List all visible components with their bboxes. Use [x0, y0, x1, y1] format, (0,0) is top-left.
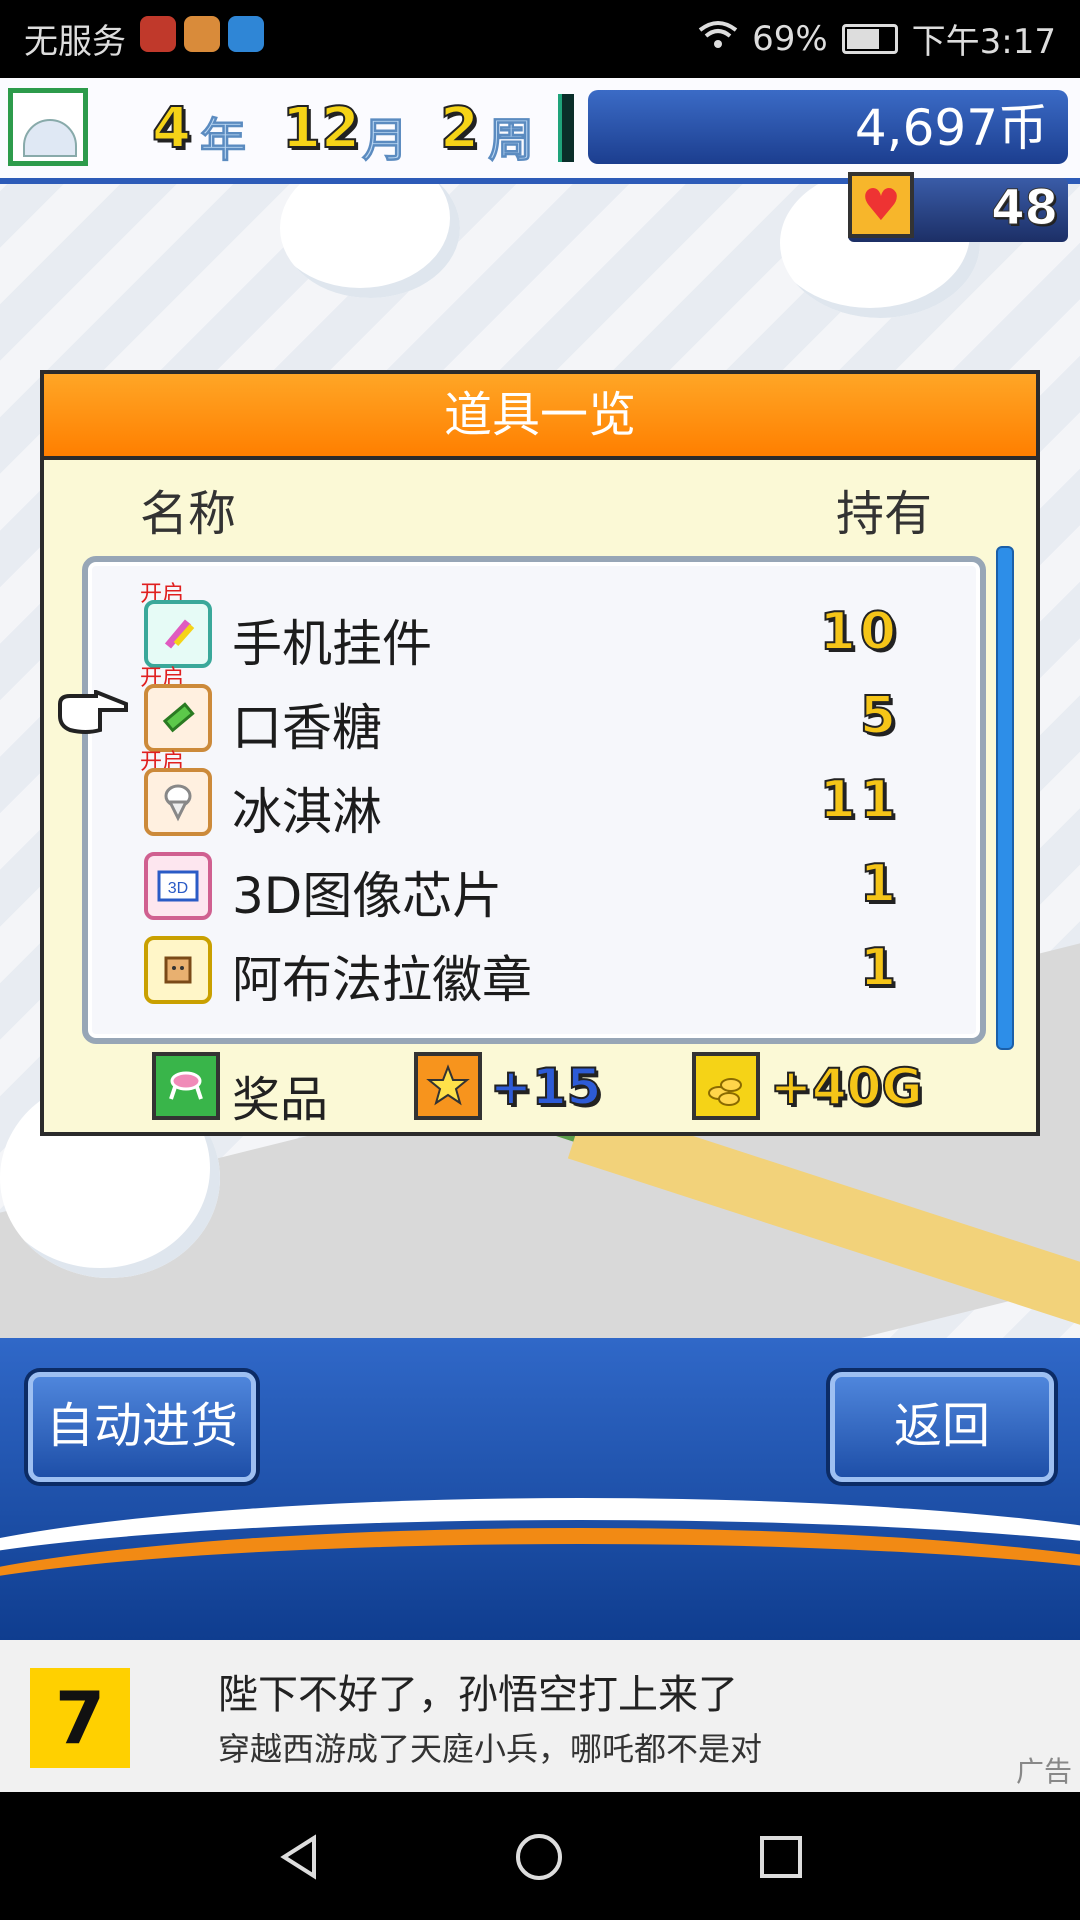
igloo-icon[interactable]: [8, 88, 88, 166]
list-item[interactable]: 开启 冰淇淋 11: [88, 750, 980, 842]
item-name: 阿布法拉徽章: [232, 951, 532, 1009]
item-name: 手机挂件: [232, 615, 432, 673]
bottom-panel: 自动进货 返回: [0, 1338, 1080, 1640]
ice-cream-icon: [144, 768, 212, 836]
column-header-owned: 持有: [836, 486, 933, 542]
battery-icon: [841, 23, 898, 54]
pointing-hand-icon: [56, 689, 130, 736]
system-nav-bar: [0, 1792, 1080, 1920]
ad-subline: 穿越西游成了天庭小兵，哪吒都不是对: [218, 1730, 763, 1768]
dialog-title: 道具一览: [44, 374, 1036, 460]
item-qty: 10: [819, 601, 900, 663]
browser-app-icon: [228, 16, 264, 52]
list-item[interactable]: 开启 手机挂件 10: [88, 582, 980, 674]
item-name: 3D图像芯片: [232, 867, 503, 925]
year-number: 4: [151, 95, 192, 162]
month-unit: 月: [362, 113, 409, 168]
month-number: 12: [281, 95, 361, 162]
heart-value: 48: [991, 180, 1059, 237]
svg-text:3D: 3D: [168, 880, 188, 897]
app-notification-icon: [140, 16, 176, 52]
column-header-name: 名称: [140, 486, 237, 542]
back-button[interactable]: 返回: [830, 1372, 1054, 1482]
clock: 下午3:17: [911, 22, 1056, 62]
prize-bar: 奖品 +15 +40G: [44, 1052, 1036, 1136]
ad-tag: 广告: [1015, 1755, 1072, 1788]
prize-icon: [152, 1052, 220, 1120]
list-item[interactable]: 开启 口香糖 5: [88, 666, 980, 758]
item-qty: 1: [859, 937, 900, 999]
home-nav-icon[interactable]: [514, 1832, 564, 1882]
money-display: 4,697币: [588, 90, 1068, 164]
heart-counter: ♥ 48: [848, 172, 1068, 242]
battery-percent: 69%: [752, 18, 828, 59]
status-right: 69% 下午3:17: [698, 14, 1056, 63]
recents-nav-icon[interactable]: [756, 1832, 806, 1882]
phone-charm-icon: [144, 600, 212, 668]
item-list-dialog: 道具一览 名称 持有 开启 手机挂件 10 开启 口香糖 5 开启 冰淇淋 11: [40, 370, 1040, 1136]
item-qty: 5: [859, 685, 900, 747]
ad-banner[interactable]: 7 陛下不好了，孙悟空打上来了 穿越西游成了天庭小兵，哪吒都不是对 广告: [0, 1640, 1080, 1792]
badge-icon: [144, 936, 212, 1004]
decor-swoosh: [0, 1528, 1080, 1640]
top-hud: 4 年 12 月 2 周 4,697币: [0, 78, 1080, 184]
list-item[interactable]: 3D 3D图像芯片 1: [88, 842, 980, 926]
gold-coins-icon: [692, 1052, 760, 1120]
3d-chip-icon: 3D: [144, 852, 212, 920]
item-qty: 11: [819, 769, 900, 831]
heart-icon: ♥: [848, 172, 914, 238]
item-name: 冰淇淋: [232, 783, 382, 841]
auto-stock-button[interactable]: 自动进货: [28, 1372, 256, 1482]
wifi-icon: [698, 19, 738, 59]
list-scrollbar[interactable]: [996, 546, 1014, 1050]
star-icon: [414, 1052, 482, 1120]
notification-icons: [140, 16, 264, 52]
year-unit: 年: [200, 113, 247, 168]
item-name: 口香糖: [232, 699, 382, 757]
prize-label: 奖品: [232, 1072, 329, 1128]
ad-headline: 陛下不好了，孙悟空打上来了: [218, 1672, 738, 1718]
item-qty: 1: [859, 853, 900, 915]
carrier-text: 无服务: [24, 22, 126, 62]
video-app-icon: [184, 16, 220, 52]
week-unit: 周: [488, 113, 535, 168]
star-bonus: +15: [489, 1057, 602, 1117]
gold-bonus: +40G: [769, 1057, 924, 1117]
ad-logo: 7: [30, 1668, 130, 1768]
hud-divider: [558, 94, 574, 162]
gum-icon: [144, 684, 212, 752]
item-list[interactable]: 开启 手机挂件 10 开启 口香糖 5 开启 冰淇淋 11 3D 3D图像芯片 …: [82, 556, 986, 1044]
back-nav-icon[interactable]: [274, 1832, 324, 1882]
week-number: 2: [439, 95, 480, 162]
status-bar: 无服务 69% 下午3:17: [0, 0, 1080, 78]
list-item[interactable]: 阿布法拉徽章 1: [88, 926, 980, 1010]
